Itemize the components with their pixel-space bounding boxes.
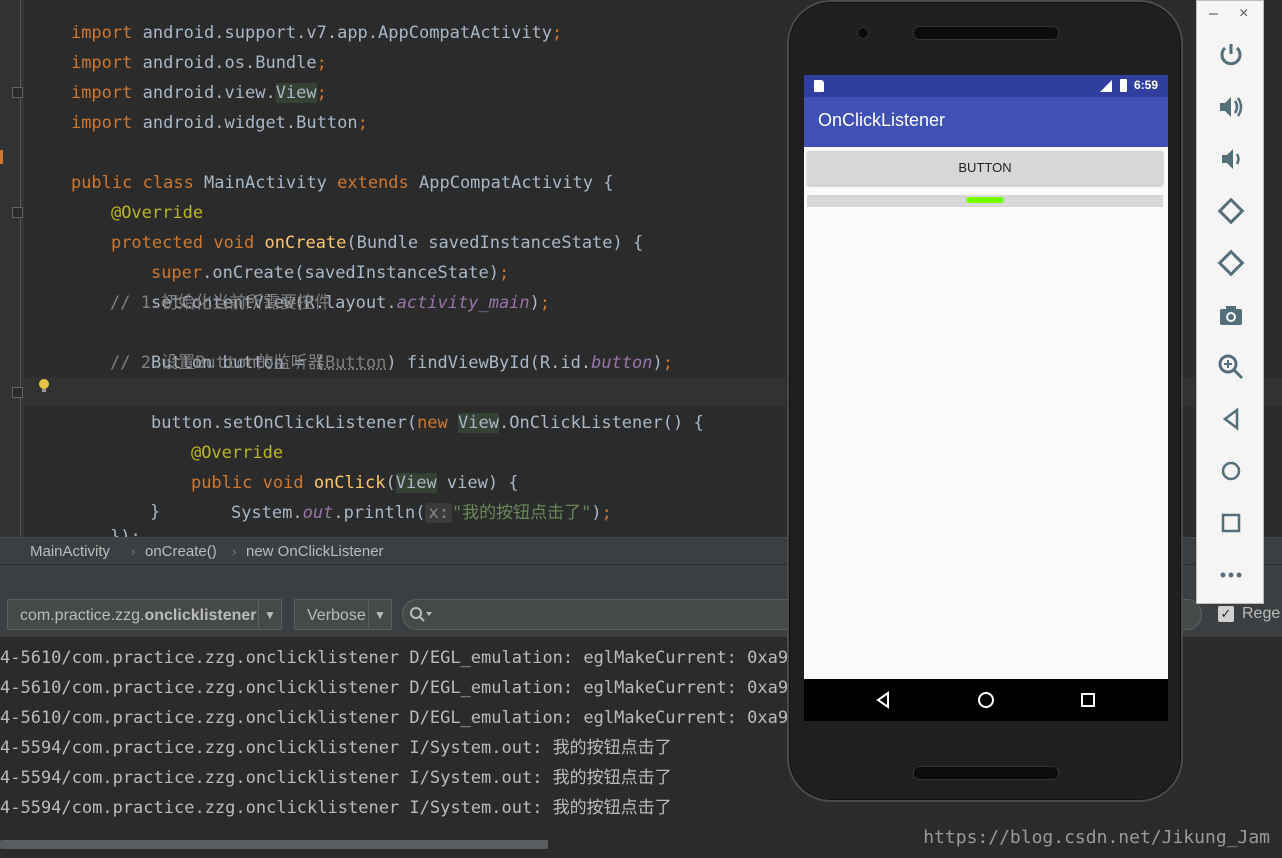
breadcrumb-item[interactable]: MainActivity	[30, 538, 110, 565]
chevron-down-icon: ▼	[368, 600, 391, 629]
parameter-hint: x:	[425, 503, 452, 523]
code-line: }	[150, 502, 161, 522]
battery-icon	[1120, 79, 1127, 92]
fold-listener-icon[interactable]	[12, 387, 23, 398]
code-line: button.setOnClickListener(new View.OnCli…	[150, 413, 704, 433]
gutter-divider	[20, 0, 21, 537]
back-icon[interactable]	[874, 691, 892, 709]
sd-card-icon	[814, 80, 824, 92]
search-icon	[410, 607, 432, 622]
earpiece-speaker	[913, 26, 1059, 40]
breadcrumb-item[interactable]: new OnClickListener	[246, 538, 384, 565]
chevron-down-icon: ▼	[258, 600, 281, 629]
code-comment: // 1.初始化当前所需要控件	[110, 293, 332, 313]
progress-bar	[807, 195, 1163, 207]
home-icon[interactable]	[977, 691, 995, 709]
front-camera	[857, 27, 869, 39]
emulator-toolbar: – ×	[1196, 0, 1264, 604]
close-button[interactable]: ×	[1239, 5, 1248, 23]
breadcrumb-separator: ›	[232, 544, 237, 559]
progress-indicator	[966, 197, 1004, 203]
breadcrumb-separator: ›	[131, 544, 136, 559]
code-line: import android.widget.Button;	[70, 113, 368, 133]
volume-down-icon[interactable]	[1216, 144, 1246, 174]
status-bar: 6:59	[804, 75, 1168, 97]
log-line: 4-5610/com.practice.zzg.onclicklistener …	[0, 648, 819, 668]
lightbulb-icon[interactable]	[38, 378, 50, 394]
overview-icon[interactable]	[1216, 508, 1246, 538]
fold-oncreate-icon[interactable]	[12, 207, 23, 218]
bottom-speaker	[913, 766, 1059, 780]
power-icon[interactable]	[1216, 40, 1246, 70]
overview-icon[interactable]	[1079, 691, 1097, 709]
watermark: https://blog.csdn.net/Jikung_Jam	[923, 827, 1270, 848]
emulator-phone: 6:59 OnClickListener BUTTON	[787, 0, 1183, 802]
status-clock: 6:59	[1134, 78, 1159, 92]
log-line: 4-5610/com.practice.zzg.onclicklistener …	[0, 678, 819, 698]
minimize-button[interactable]: –	[1209, 5, 1218, 23]
home-icon[interactable]	[1216, 456, 1246, 486]
log-line: 4-5594/com.practice.zzg.onclicklistener …	[0, 798, 672, 818]
log-line: 4-5594/com.practice.zzg.onclicklistener …	[0, 738, 672, 758]
code-line: Button button = (Button) findViewById(R.…	[150, 353, 673, 373]
app-title: OnClickListener	[818, 110, 946, 130]
code-line: public void onClick(View view) {	[190, 473, 519, 493]
code-line: });	[110, 527, 141, 537]
override-marker	[0, 150, 3, 164]
code-line: super.onCreate(savedInstanceState);	[150, 263, 510, 283]
navigation-bar	[804, 679, 1168, 721]
more-icon[interactable]	[1216, 560, 1246, 590]
fold-imports-icon[interactable]	[12, 87, 23, 98]
rotate-left-icon[interactable]	[1216, 196, 1246, 226]
process-select[interactable]: com.practice.zzg.onclicklistener ▼	[7, 599, 282, 630]
code-line: System.out.println(x: "我的按钮点击了");	[230, 503, 612, 523]
volume-up-icon[interactable]	[1216, 92, 1246, 122]
code-line: setContentView(R.layout.activity_main);	[150, 293, 551, 313]
signal-icon	[1100, 80, 1112, 92]
log-level-select[interactable]: Verbose ▼	[294, 599, 392, 630]
code-line: @Override	[190, 443, 284, 463]
code-line: protected void onCreate(Bundle savedInst…	[110, 233, 644, 253]
horizontal-scrollbar[interactable]	[0, 840, 548, 849]
app-button[interactable]: BUTTON	[807, 151, 1163, 185]
code-line: import android.support.v7.app.AppCompatA…	[70, 23, 563, 43]
rotate-right-icon[interactable]	[1216, 248, 1246, 278]
app-bar: OnClickListener	[804, 97, 1168, 147]
breadcrumb-item[interactable]: onCreate()	[145, 538, 217, 565]
code-line: import android.os.Bundle;	[70, 53, 327, 73]
camera-icon[interactable]	[1216, 300, 1246, 330]
code-line: import android.view.View;	[70, 83, 327, 103]
back-icon[interactable]	[1216, 404, 1246, 434]
zoom-icon[interactable]	[1216, 352, 1246, 382]
log-line: 4-5610/com.practice.zzg.onclicklistener …	[0, 708, 819, 728]
code-line: @Override	[110, 203, 204, 223]
regex-checkbox[interactable]: ✓	[1218, 606, 1234, 622]
code-line: public class MainActivity extends AppCom…	[70, 173, 614, 193]
regex-label: Rege	[1242, 605, 1281, 622]
device-screen[interactable]: 6:59 OnClickListener BUTTON	[804, 75, 1168, 721]
log-line: 4-5594/com.practice.zzg.onclicklistener …	[0, 768, 672, 788]
code-comment: // 2.设置Button的监听器	[110, 353, 325, 373]
